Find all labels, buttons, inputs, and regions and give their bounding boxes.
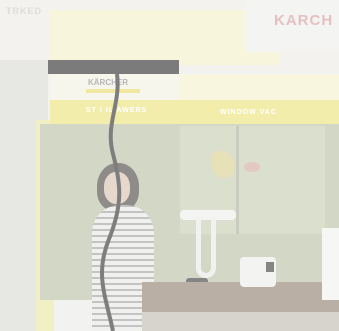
right-product [322, 228, 339, 300]
counter-front [142, 312, 339, 331]
shelf-black-bar [48, 60, 179, 74]
store-brand-sign: KARCH [274, 12, 334, 29]
photo-splash-mark-2 [244, 162, 260, 172]
fixture-header-right [179, 74, 339, 100]
fixture-label-right: WINDOW VAC [220, 109, 277, 116]
counter-surface [142, 282, 339, 312]
store-display-photo: ŦṚKED KARCH KÄRCHER ST I IL AWERS WINDOW… [0, 0, 339, 331]
product-box-dark [266, 262, 274, 272]
photo-window-frame [236, 126, 239, 234]
dangling-cable [100, 74, 122, 331]
window-vac-handle [196, 218, 216, 278]
corner-text: ŦṚKED [6, 6, 42, 16]
